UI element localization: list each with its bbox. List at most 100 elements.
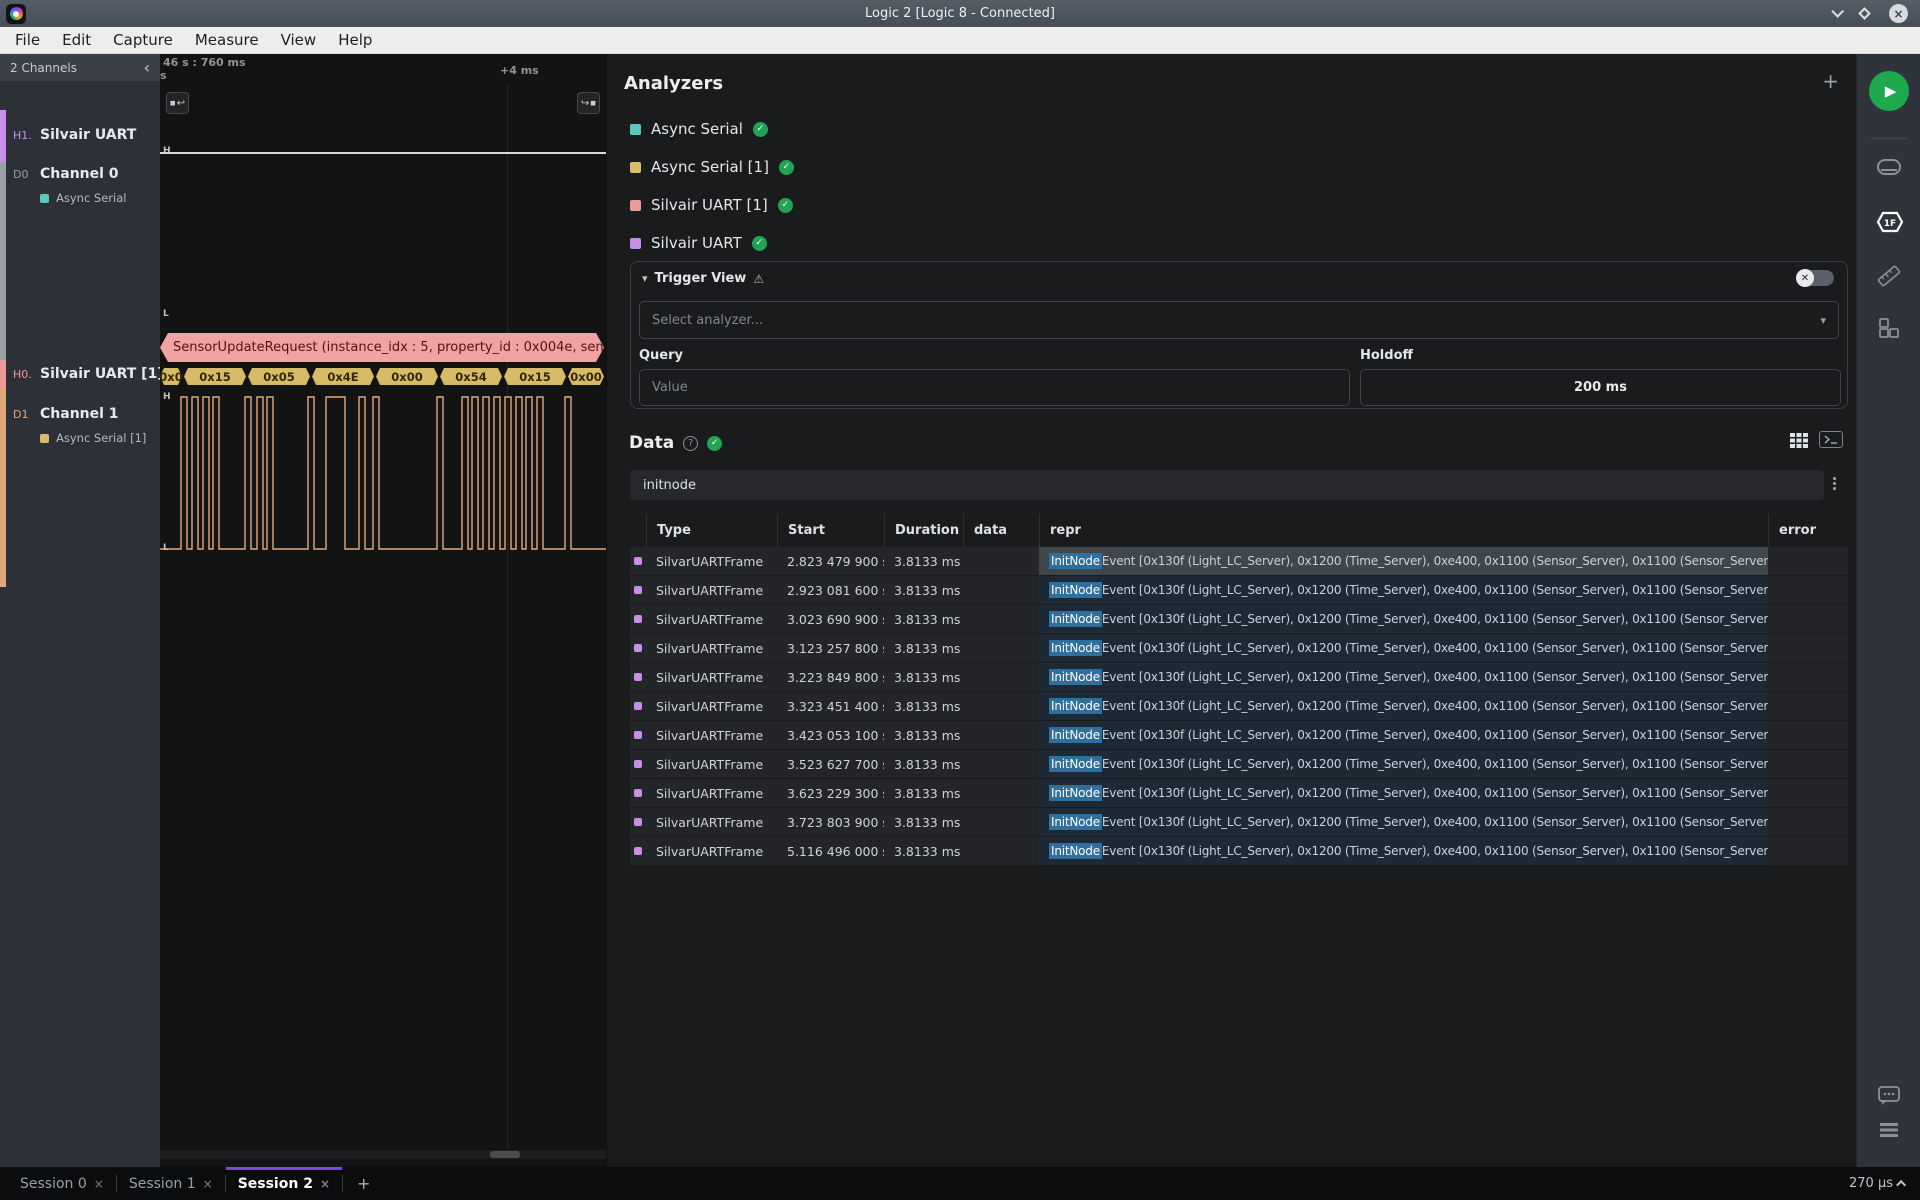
analyzer-color-icon bbox=[630, 124, 641, 135]
hex-byte-bubble[interactable]: 0x0 bbox=[160, 368, 182, 385]
table-row[interactable]: SilvarUARTFrame3.723 803 900 s3.8133 msI… bbox=[630, 808, 1848, 836]
trigger-enable-toggle[interactable]: ✕ bbox=[1797, 270, 1834, 286]
measure-ruler-icon[interactable] bbox=[1875, 262, 1903, 290]
frame-color-icon bbox=[634, 731, 642, 739]
menu-edit[interactable]: Edit bbox=[51, 27, 102, 53]
search-options-kebab-icon[interactable] bbox=[1833, 477, 1836, 490]
device-settings-icon[interactable] bbox=[1875, 153, 1903, 181]
zoom-scale-label[interactable]: 270 µs bbox=[1849, 1176, 1893, 1191]
analyzer-item-silvair-uart[interactable]: Silvair UART✓ bbox=[630, 224, 1836, 262]
table-view-icon[interactable] bbox=[1789, 432, 1809, 448]
chevron-up-icon[interactable] bbox=[1896, 1180, 1906, 1190]
duration-cell: 3.8133 ms bbox=[884, 692, 963, 720]
col-error[interactable]: error bbox=[1768, 514, 1848, 547]
terminal-view-icon[interactable] bbox=[1819, 431, 1843, 448]
channel-analyzer-label[interactable]: Async Serial bbox=[40, 191, 126, 205]
duration-cell: 3.8133 ms bbox=[884, 663, 963, 691]
data-table-header: Type Start Duration data repr error bbox=[630, 514, 1848, 547]
session-tab-label: Session 2 bbox=[238, 1176, 313, 1192]
minimize-icon[interactable] bbox=[1831, 5, 1844, 18]
window-title: Logic 2 [Logic 8 - Connected] bbox=[865, 6, 1055, 21]
data-search-input[interactable]: initnode bbox=[630, 470, 1824, 500]
col-start[interactable]: Start bbox=[777, 514, 884, 547]
table-row[interactable]: SilvarUARTFrame3.623 229 300 s3.8133 msI… bbox=[630, 779, 1848, 807]
channel1-signal-waveform bbox=[160, 391, 606, 559]
hex-byte-bubble[interactable]: 0x00 bbox=[376, 368, 438, 385]
close-session-icon[interactable]: × bbox=[203, 1177, 213, 1191]
col-type[interactable]: Type bbox=[646, 514, 777, 547]
table-row[interactable]: SilvarUARTFrame3.423 053 100 s3.8133 msI… bbox=[630, 721, 1848, 749]
row-color-cell bbox=[630, 576, 646, 604]
analyzer-select[interactable]: Select analyzer... ▾ bbox=[639, 301, 1839, 339]
hex-byte-bubble[interactable]: 0x54 bbox=[440, 368, 502, 385]
analyzer-name-label: Async Serial bbox=[651, 120, 743, 138]
jump-next-edge-button[interactable]: ↪◼ bbox=[577, 92, 600, 114]
table-row[interactable]: SilvarUARTFrame3.123 257 800 s3.8133 msI… bbox=[630, 634, 1848, 662]
waveform-hscrollbar[interactable] bbox=[160, 1150, 606, 1159]
data-cell bbox=[963, 721, 1039, 749]
start-cell: 3.123 257 800 s bbox=[777, 634, 884, 662]
channel-color-bar bbox=[0, 110, 6, 162]
data-cell bbox=[963, 663, 1039, 691]
analyzer-select-placeholder: Select analyzer... bbox=[652, 313, 763, 328]
col-data[interactable]: data bbox=[963, 514, 1039, 547]
col-duration[interactable]: Duration bbox=[884, 514, 963, 547]
analyzer-name-label: Async Serial [1] bbox=[56, 431, 146, 445]
close-icon[interactable]: × bbox=[1889, 4, 1908, 23]
data-cell bbox=[963, 605, 1039, 633]
help-icon[interactable]: ? bbox=[683, 436, 698, 451]
search-match-highlight: InitNode bbox=[1049, 582, 1102, 598]
analyzers-tab-icon[interactable]: 1F bbox=[1875, 208, 1903, 236]
close-session-icon[interactable]: × bbox=[94, 1177, 104, 1191]
table-row[interactable]: SilvarUARTFrame2.923 081 600 s3.8133 msI… bbox=[630, 576, 1848, 604]
table-row[interactable]: SilvarUARTFrame3.323 451 400 s3.8133 msI… bbox=[630, 692, 1848, 720]
analyzer-item-silvair-uart-1-[interactable]: Silvair UART [1]✓ bbox=[630, 186, 1836, 224]
menu-view[interactable]: View bbox=[270, 27, 328, 53]
extensions-icon[interactable] bbox=[1875, 314, 1903, 342]
channel-analyzer-label[interactable]: Async Serial [1] bbox=[40, 431, 146, 445]
start-cell: 3.223 849 800 s bbox=[777, 663, 884, 691]
table-row[interactable]: SilvarUARTFrame3.223 849 800 s3.8133 msI… bbox=[630, 663, 1848, 691]
session-tab-session-1[interactable]: Session 1× bbox=[117, 1167, 225, 1200]
decoded-frame-annotation[interactable]: SensorUpdateRequest (instance_idx : 5, p… bbox=[160, 333, 604, 362]
table-row[interactable]: SilvarUARTFrame3.023 690 900 s3.8133 msI… bbox=[630, 605, 1848, 633]
hex-byte-bubble[interactable]: 0x15 bbox=[504, 368, 566, 385]
menu-measure[interactable]: Measure bbox=[184, 27, 270, 53]
close-session-icon[interactable]: × bbox=[320, 1177, 330, 1191]
menu-help[interactable]: Help bbox=[327, 27, 383, 53]
table-row[interactable]: SilvarUARTFrame3.523 627 700 s3.8133 msI… bbox=[630, 750, 1848, 778]
chevron-down-icon[interactable]: ▾ bbox=[642, 272, 648, 285]
start-capture-button[interactable]: ▶ bbox=[1869, 71, 1909, 111]
main-menu-icon[interactable] bbox=[1875, 1116, 1903, 1144]
hex-byte-bubble[interactable]: 0x00 bbox=[568, 368, 604, 385]
menu-capture[interactable]: Capture bbox=[102, 27, 184, 53]
table-row[interactable]: SilvarUARTFrame2.823 479 900 s3.8133 msI… bbox=[630, 547, 1848, 575]
menu-file[interactable]: File bbox=[4, 27, 51, 53]
waveform-area[interactable]: 46 s : 760 ms s +4 ms ◼↩ ↪◼ H L SensorUp… bbox=[160, 54, 606, 1167]
waveform-hscrollbar-thumb[interactable] bbox=[490, 1151, 520, 1158]
table-row[interactable]: SilvarUARTFrame5.116 496 000 s3.8133 msI… bbox=[630, 837, 1848, 865]
warning-icon: ⚠ bbox=[753, 272, 764, 286]
channel-id-label: D0 bbox=[13, 168, 28, 181]
channel-color-bar bbox=[0, 389, 6, 587]
analyzer-item-async-serial-1-[interactable]: Async Serial [1]✓ bbox=[630, 148, 1836, 186]
collapse-sidebar-icon[interactable]: ‹ bbox=[144, 60, 150, 76]
holdoff-input[interactable]: 200 ms bbox=[1360, 369, 1841, 406]
channel-name-label: Channel 1 bbox=[40, 406, 119, 422]
session-tab-session-0[interactable]: Session 0× bbox=[8, 1167, 116, 1200]
session-tab-session-2[interactable]: Session 2 × bbox=[226, 1167, 342, 1200]
jump-previous-edge-button[interactable]: ◼↩ bbox=[166, 92, 189, 114]
query-input[interactable]: Value bbox=[639, 369, 1350, 406]
new-session-button[interactable]: + bbox=[343, 1167, 384, 1200]
analyzer-item-async-serial[interactable]: Async Serial✓ bbox=[630, 110, 1836, 148]
col-repr[interactable]: repr bbox=[1039, 514, 1768, 547]
row-color-cell bbox=[630, 721, 646, 749]
hex-byte-bubble[interactable]: 0x4E bbox=[312, 368, 374, 385]
hex-byte-bubble[interactable]: 0x15 bbox=[184, 368, 246, 385]
hex-byte-bubble[interactable]: 0x05 bbox=[248, 368, 310, 385]
maximize-icon[interactable] bbox=[1858, 7, 1871, 20]
duration-cell: 3.8133 ms bbox=[884, 750, 963, 778]
feedback-chat-icon[interactable] bbox=[1875, 1082, 1903, 1110]
add-analyzer-icon[interactable]: + bbox=[1822, 71, 1839, 91]
frame-color-icon bbox=[634, 702, 642, 710]
